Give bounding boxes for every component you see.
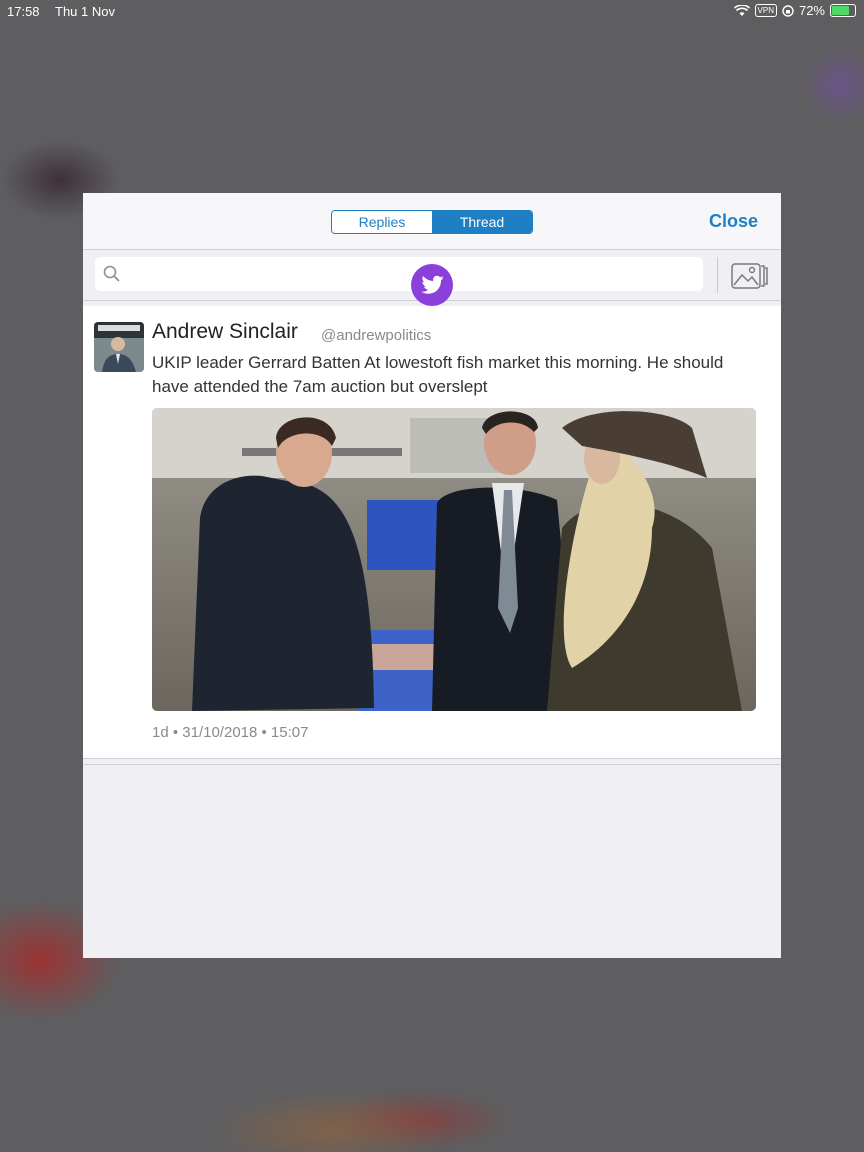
close-button[interactable]: Close [709, 211, 758, 232]
author-handle[interactable]: @andrewpolitics [321, 327, 431, 344]
search-field[interactable] [95, 257, 703, 293]
search-icon [103, 265, 120, 282]
vpn-badge: VPN [754, 4, 777, 17]
tab-thread[interactable]: Thread [432, 211, 532, 233]
tweet-text: UKIP leader Gerrard Batten At lowestoft … [152, 353, 724, 396]
bird-button[interactable] [411, 264, 453, 306]
status-date: Thu 1 Nov [55, 4, 115, 19]
orientation-lock-icon [782, 4, 794, 17]
segmented-control: Replies Thread [331, 210, 533, 234]
tweet-card[interactable]: Andrew Sinclair @andrewpolitics UKIP lea… [83, 306, 781, 759]
media-gallery-icon[interactable] [730, 260, 768, 290]
divider [717, 257, 718, 293]
status-bar: 17:58 Thu 1 Nov VPN 72% [0, 0, 864, 22]
avatar-image [94, 322, 144, 372]
thread-modal: Replies Thread Close Andrew Sinclair @an… [83, 193, 781, 958]
modal-header: Replies Thread Close [83, 193, 781, 250]
divider [83, 764, 781, 765]
battery-percent: 72% [798, 3, 825, 18]
tweet-photo[interactable] [152, 408, 756, 711]
bird-icon [421, 275, 444, 294]
wifi-icon [733, 4, 750, 16]
tweet-timestamp: 1d • 31/10/2018 • 15:07 [152, 724, 309, 741]
photo-image [152, 408, 756, 711]
author-name[interactable]: Andrew Sinclair [152, 320, 298, 344]
avatar[interactable] [94, 322, 144, 372]
tab-replies[interactable]: Replies [332, 211, 432, 233]
status-time: 17:58 [7, 4, 40, 19]
battery-icon [830, 4, 856, 17]
